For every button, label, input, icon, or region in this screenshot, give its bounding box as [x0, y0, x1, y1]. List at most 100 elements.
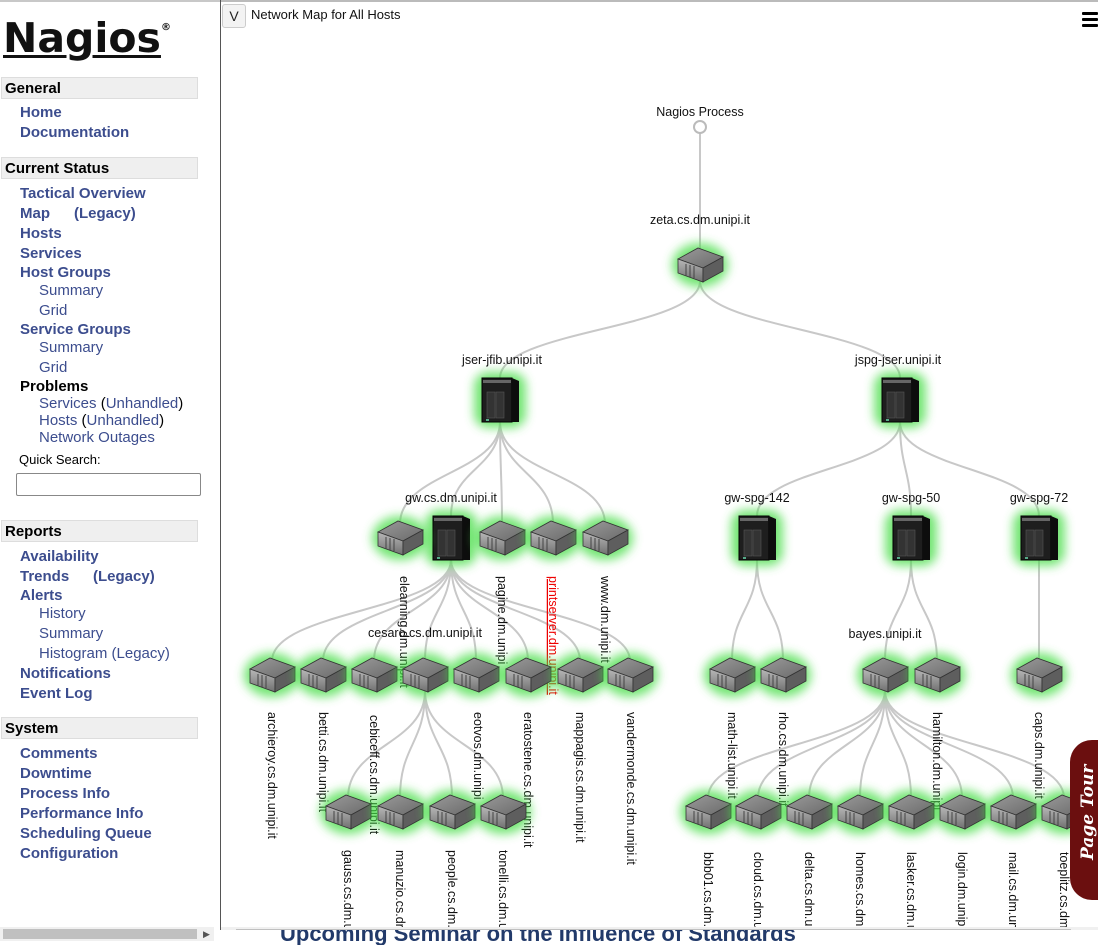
nav-servicegroups-grid[interactable]: Grid — [39, 359, 67, 376]
host-node-jspg[interactable] — [874, 372, 926, 428]
host-node-archieroy[interactable] — [244, 653, 300, 697]
host-label[interactable]: cesaro.cs.dm.unipi.it — [368, 626, 482, 640]
nav-alerts[interactable]: Alerts — [20, 587, 63, 604]
nav-trends-legacy[interactable]: (Legacy) — [93, 568, 155, 585]
host-node-gw142[interactable] — [731, 510, 783, 566]
host-node-cloud[interactable] — [730, 790, 786, 834]
nav-services[interactable]: Services — [20, 245, 82, 262]
host-node-hamilton[interactable] — [909, 653, 965, 697]
nav-map[interactable]: Map — [20, 205, 50, 222]
host-node-login[interactable] — [934, 790, 990, 834]
nav-host-groups[interactable]: Host Groups — [20, 264, 111, 281]
host-node-gauss[interactable] — [320, 790, 376, 834]
host-label[interactable]: gw-spg-50 — [882, 491, 940, 505]
host-node-gw72[interactable] — [1013, 510, 1065, 566]
host-label[interactable]: pagine.dm.unipi — [495, 576, 509, 664]
host-label[interactable]: cloud.cs.dm.u — [751, 852, 765, 929]
host-node-zeta[interactable] — [672, 243, 728, 287]
host-node-betti[interactable] — [295, 653, 351, 697]
nav-problem-services[interactable]: Services — [39, 395, 97, 412]
host-label[interactable]: manuzio.cs.dr — [393, 850, 407, 928]
host-label[interactable]: tonelli.cs.dm.u — [496, 850, 510, 930]
host-label[interactable]: jser-jfib.unipi.it — [461, 353, 542, 367]
nav-problem-services-unhandled[interactable]: Unhandled — [106, 395, 179, 412]
host-node-elearning[interactable] — [372, 516, 428, 560]
host-node-cebiceff[interactable] — [346, 653, 402, 697]
host-node-mappagis[interactable] — [552, 653, 608, 697]
host-label[interactable]: delta.cs.dm.u — [802, 852, 816, 926]
host-node-bayes[interactable] — [857, 653, 913, 697]
host-node-www[interactable] — [577, 516, 633, 560]
nav-scheduling-queue[interactable]: Scheduling Queue — [20, 825, 152, 842]
nav-problem-hosts-unhandled[interactable]: Unhandled — [87, 412, 160, 429]
nav-downtime[interactable]: Downtime — [20, 765, 92, 782]
nav-hosts[interactable]: Hosts — [20, 225, 62, 242]
host-node-cesaro[interactable] — [397, 653, 453, 697]
host-node-mathlist[interactable] — [704, 653, 760, 697]
page-tour-button[interactable]: Page Tour — [1070, 740, 1098, 900]
nav-notifications[interactable]: Notifications — [20, 665, 111, 682]
host-label[interactable]: math-list.unipi.it — [725, 712, 739, 799]
host-label[interactable]: eotvos.dm.unipi — [471, 712, 485, 800]
nav-alerts-summary[interactable]: Summary — [39, 625, 103, 642]
host-node-mail[interactable] — [985, 790, 1041, 834]
nav-documentation[interactable]: Documentation — [20, 124, 129, 141]
host-label[interactable]: hamilton.dm.unipi — [930, 712, 944, 810]
host-node-manuzio[interactable] — [372, 790, 428, 834]
host-node-eotvos[interactable] — [448, 653, 504, 697]
host-node-pagine[interactable] — [474, 516, 530, 560]
host-label[interactable]: mappagis.cs.dm.unipi.it — [573, 712, 587, 843]
host-node-jser[interactable] — [474, 372, 526, 428]
nagios-process-node[interactable] — [693, 120, 707, 134]
host-label[interactable]: bbb01.cs.dm. — [701, 852, 715, 927]
nav-tactical-overview[interactable]: Tactical Overview — [20, 185, 146, 202]
nav-hostgroups-summary[interactable]: Summary — [39, 282, 103, 299]
host-node-rho[interactable] — [755, 653, 811, 697]
nav-alerts-history[interactable]: History — [39, 605, 86, 622]
nav-performance-info[interactable]: Performance Info — [20, 805, 143, 822]
nav-problem-hosts[interactable]: Hosts — [39, 412, 77, 429]
host-node-homes[interactable] — [832, 790, 888, 834]
host-label[interactable]: toeplitz.cs.dm — [1057, 852, 1071, 928]
nav-event-log[interactable]: Event Log — [20, 685, 93, 702]
host-label[interactable]: gw-spg-72 — [1010, 491, 1068, 505]
quick-search-input[interactable] — [16, 473, 201, 496]
host-label[interactable]: gauss.cs.dm.u — [341, 850, 355, 930]
hamburger-menu-icon[interactable] — [1082, 12, 1098, 30]
host-label[interactable]: rho.cs.dm.unipi.it — [776, 712, 790, 807]
host-label[interactable]: gw.cs.dm.unipi.it — [405, 491, 497, 505]
nagios-logo[interactable]: Nagios® — [3, 14, 171, 62]
host-label[interactable]: zeta.cs.dm.unipi.it — [650, 213, 751, 227]
host-node-eratostene[interactable] — [500, 653, 556, 697]
sidebar-horizontal-scrollbar[interactable]: ▶ — [0, 927, 214, 941]
host-node-delta[interactable] — [781, 790, 837, 834]
sidebar-scrollbar-thumb[interactable] — [3, 929, 197, 939]
host-node-tonelli[interactable] — [475, 790, 531, 834]
scroll-right-arrow-icon[interactable]: ▶ — [1085, 929, 1092, 930]
scroll-right-arrow-icon[interactable]: ▶ — [203, 929, 210, 940]
scroll-left-arrow-icon[interactable]: ◀ — [224, 929, 231, 930]
nav-availability[interactable]: Availability — [20, 548, 99, 565]
host-label[interactable]: caps.dm.unipi.it — [1032, 712, 1046, 799]
nav-service-groups[interactable]: Service Groups — [20, 321, 131, 338]
nav-map-legacy[interactable]: (Legacy) — [74, 205, 136, 222]
nav-home[interactable]: Home — [20, 104, 62, 121]
host-label[interactable]: gw-spg-142 — [724, 491, 789, 505]
host-label[interactable]: homes.cs.dm. — [853, 852, 867, 930]
host-label[interactable]: www.dm.unipi.it — [598, 575, 612, 663]
host-node-people[interactable] — [424, 790, 480, 834]
nav-servicegroups-summary[interactable]: Summary — [39, 339, 103, 356]
nav-hostgroups-grid[interactable]: Grid — [39, 302, 67, 319]
host-node-bbb01[interactable] — [680, 790, 736, 834]
host-node-vandermonde[interactable] — [602, 653, 658, 697]
nav-network-outages[interactable]: Network Outages — [39, 429, 155, 446]
host-node-gw50[interactable] — [885, 510, 937, 566]
nav-trends[interactable]: Trends — [20, 568, 69, 585]
host-node-lasker[interactable] — [883, 790, 939, 834]
host-label[interactable]: archieroy.cs.dm.unipi.it — [265, 712, 279, 839]
host-label[interactable]: eratostene.cs.dm.unipi.it — [521, 712, 535, 848]
host-label[interactable]: mail.cs.dm.un — [1006, 852, 1020, 929]
host-label[interactable]: people.cs.dm. — [445, 850, 459, 928]
host-label[interactable]: bayes.unipi.it — [849, 627, 922, 641]
host-node-caps[interactable] — [1011, 653, 1067, 697]
